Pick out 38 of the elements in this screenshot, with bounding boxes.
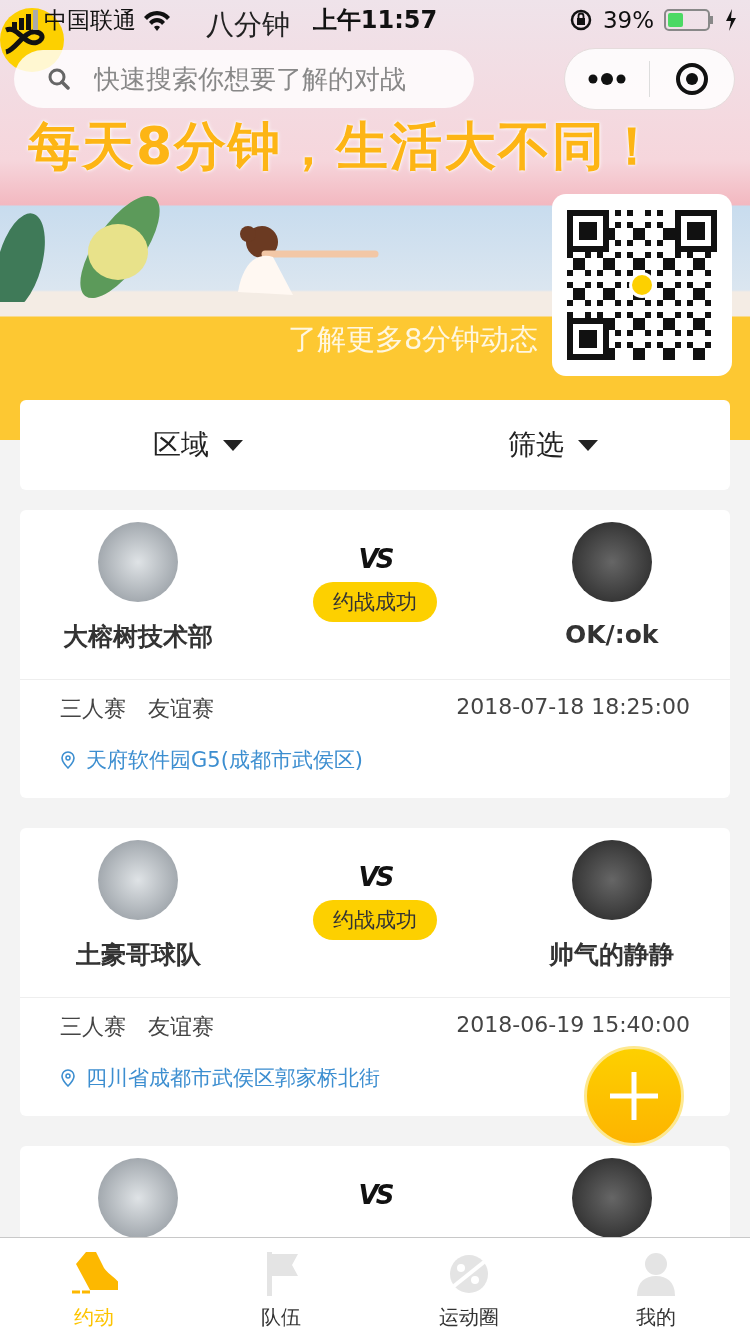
filter-dropdown[interactable]: 区域 xyxy=(20,400,375,490)
team-name: 大榕树技术部 xyxy=(63,621,214,653)
signal-icon xyxy=(12,10,38,30)
match-mode: 友谊赛 xyxy=(148,1013,214,1041)
more-icon xyxy=(588,73,626,85)
match-mode: 友谊赛 xyxy=(148,695,214,723)
versus-mark: VS xyxy=(358,544,392,574)
match-time: 2018-07-18 18:25:00 xyxy=(456,694,690,721)
clock-time: 上午11:57 xyxy=(312,6,438,34)
wifi-icon xyxy=(142,8,172,32)
match-time: 2018-06-19 15:40:00 xyxy=(456,1012,690,1039)
plus-icon xyxy=(610,1072,658,1120)
battery-icon xyxy=(664,9,714,31)
match-status: 约战成功 xyxy=(313,582,437,622)
tab-item[interactable]: 队伍 xyxy=(187,1238,375,1334)
match-format: 三人赛 xyxy=(60,1013,126,1041)
versus-mark: VS xyxy=(358,862,392,892)
search-icon xyxy=(48,68,70,90)
search-field[interactable]: 快速搜索你想要了解的对战 xyxy=(14,50,474,108)
team-name: 帅气的静静 xyxy=(549,939,675,971)
match-status: 约战成功 xyxy=(313,900,437,940)
battery-percent: 39% xyxy=(602,7,654,33)
location-pin-icon xyxy=(60,751,76,769)
versus-mark: VS xyxy=(358,1180,392,1210)
match-location[interactable]: 四川省成都市武侯区郭家桥北街 xyxy=(86,1064,380,1092)
location-pin-icon xyxy=(60,1069,76,1087)
filter-dropdown[interactable]: 筛选 xyxy=(375,400,730,490)
team-name: 土豪哥球队 xyxy=(75,939,201,971)
target-icon xyxy=(675,62,709,96)
team-name: OK/:ok xyxy=(564,620,659,649)
match-format: 三人赛 xyxy=(60,695,126,723)
banner-slogan: 每天8分钟，生活大不同！ xyxy=(28,115,662,178)
match-location[interactable]: 天府软件园G5(成都市武侯区) xyxy=(86,746,364,774)
logo-text: 八分钟 xyxy=(206,7,290,43)
tab-item[interactable]: 我的 xyxy=(562,1238,750,1334)
charging-bolt-icon xyxy=(724,9,738,31)
tab-item[interactable]: 运动圈 xyxy=(375,1238,563,1334)
rotation-lock-icon xyxy=(568,8,593,32)
